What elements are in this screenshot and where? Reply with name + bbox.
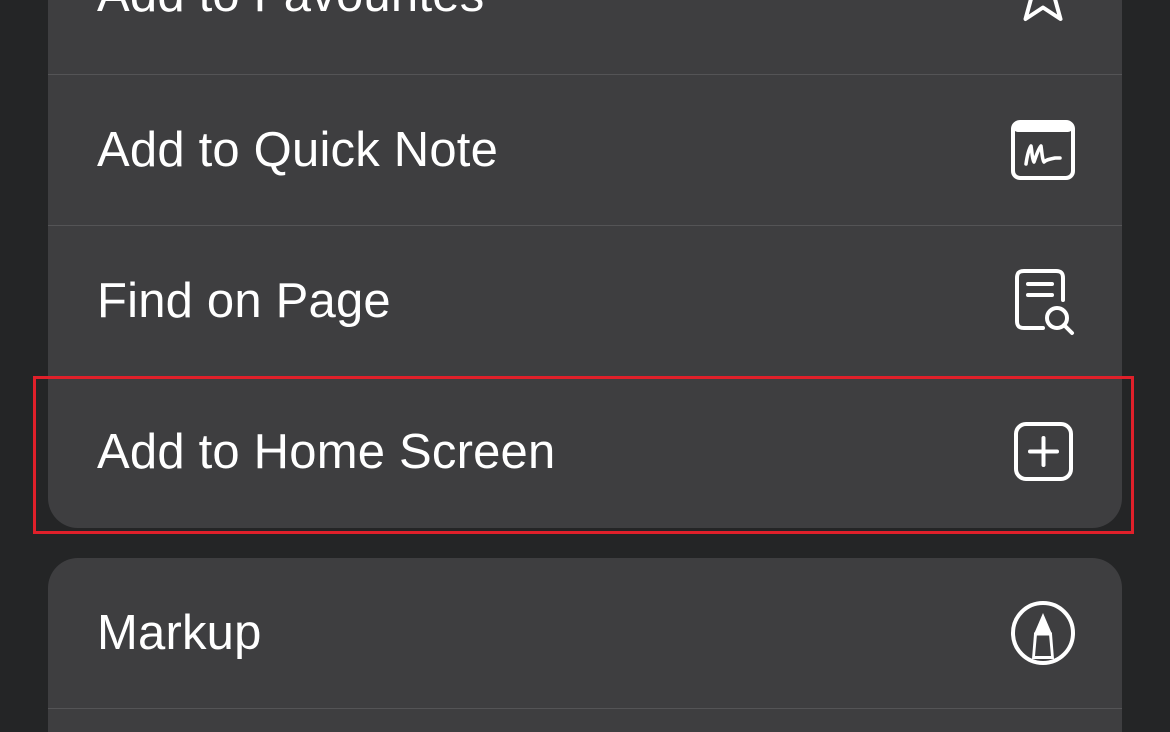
markup-pen-icon xyxy=(1008,598,1078,668)
menu-item-find-on-page[interactable]: Find on Page xyxy=(48,226,1122,376)
separator xyxy=(48,708,1122,709)
share-sheet: Add to Favourites Add to Quick Note Find… xyxy=(0,0,1170,732)
menu-item-label: Add to Favourites xyxy=(97,0,484,23)
menu-item-label: Find on Page xyxy=(97,274,391,328)
star-icon xyxy=(1008,0,1078,30)
menu-item-add-to-home-screen[interactable]: Add to Home Screen xyxy=(48,377,1122,527)
menu-item-label: Add to Home Screen xyxy=(97,425,556,479)
actions-group: Add to Favourites Add to Quick Note Find… xyxy=(48,0,1122,528)
find-on-page-icon xyxy=(1008,266,1078,336)
menu-item-label: Markup xyxy=(97,606,262,660)
menu-item-add-to-quick-note[interactable]: Add to Quick Note xyxy=(48,75,1122,225)
quick-note-icon xyxy=(1008,115,1078,185)
add-square-icon xyxy=(1008,417,1078,487)
menu-item-markup[interactable]: Markup xyxy=(48,558,1122,708)
menu-item-label: Add to Quick Note xyxy=(97,123,499,177)
menu-item-add-to-favourites[interactable]: Add to Favourites xyxy=(48,0,1122,70)
markup-group: Markup xyxy=(48,558,1122,732)
